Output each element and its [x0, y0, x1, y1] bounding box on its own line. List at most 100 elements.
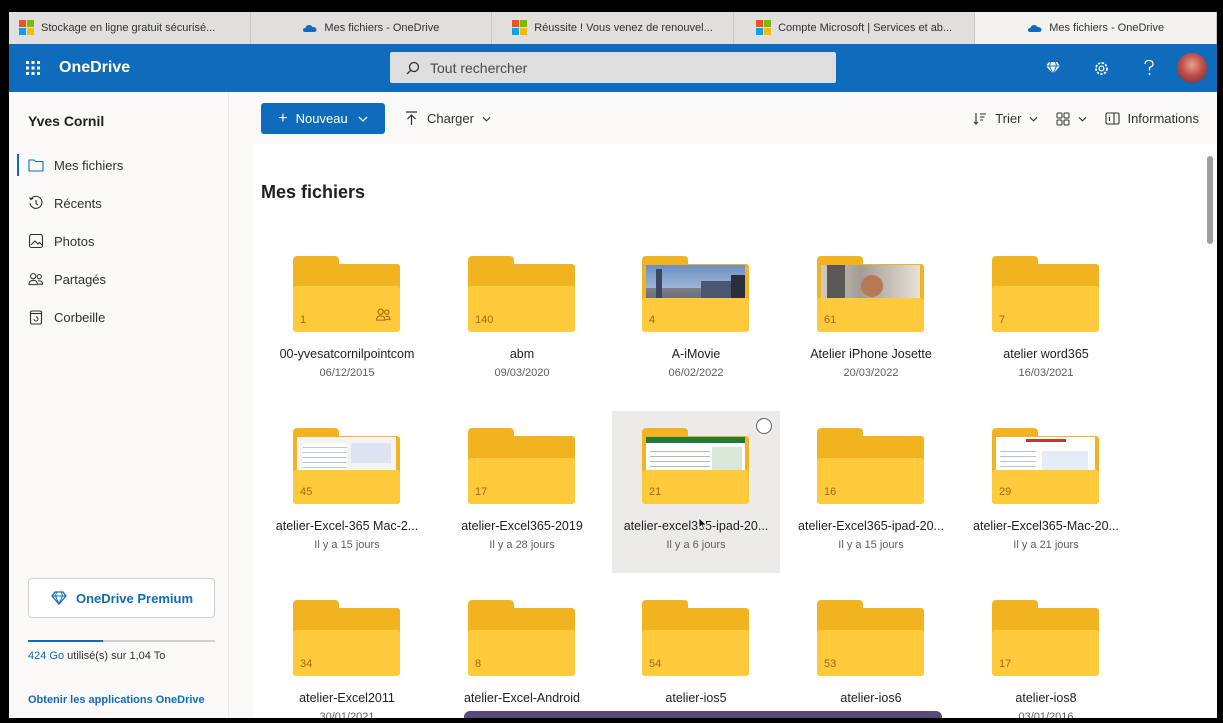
- folder-name[interactable]: atelier-ios6: [787, 691, 955, 705]
- sidebar-item-recycle-bin[interactable]: Corbeille: [9, 298, 228, 336]
- folder-item-count: 17: [475, 486, 488, 498]
- sidebar-item-shared[interactable]: Partagés: [9, 260, 228, 298]
- folder-name[interactable]: 00-yvesatcornilpointcom: [263, 347, 431, 361]
- new-button[interactable]: + Nouveau: [261, 103, 385, 134]
- info-button[interactable]: Informations: [1105, 111, 1199, 126]
- folder-tile[interactable]: 21 atelier-excel365-ipad-20... Il y a 6 jo…: [612, 411, 780, 573]
- browser-tab[interactable]: Compte Microsoft | Services et ab...: [734, 12, 976, 44]
- folder-name[interactable]: atelier-Excel-Android: [438, 691, 606, 705]
- folder-date: Il y a 28 jours: [489, 539, 555, 551]
- app-brand[interactable]: OneDrive: [59, 59, 130, 77]
- sidebar-item-recent[interactable]: Récents: [9, 184, 228, 222]
- file-grid-area: Mes fichiers 1 00-yvesatcornilpointcom 06/…: [253, 144, 1204, 718]
- folder-item-count: 45: [300, 486, 313, 498]
- folder-item-count: 8: [475, 658, 482, 670]
- folder-tile[interactable]: 29 atelier-Excel365-Mac-20... Il y a 21 jo…: [962, 411, 1130, 573]
- folder-tile[interactable]: 45 atelier-Excel-365 Mac-2... Il y a 15 jo…: [263, 411, 431, 573]
- tab-label: Stockage en ligne gratuit sécurisé...: [41, 22, 216, 34]
- folder-tile[interactable]: 140 abm 09/03/2020: [438, 239, 606, 401]
- chevron-down-icon: [1029, 116, 1038, 122]
- folder-grid: 1 00-yvesatcornilpointcom 06/12/2015 140 abm…: [253, 144, 1204, 718]
- folder-tile[interactable]: 4 A-iMovie 06/02/2022: [612, 239, 780, 401]
- diamond-icon: [51, 591, 67, 606]
- recycle-bin-icon: [28, 309, 44, 325]
- tab-label: Mes fichiers - OneDrive: [324, 22, 440, 34]
- waffle-icon: [26, 61, 40, 75]
- folder-icon: 34: [293, 600, 400, 676]
- folder-tile[interactable]: 7 atelier word365 16/03/2021: [962, 239, 1130, 401]
- upload-button[interactable]: Charger: [405, 103, 491, 134]
- shared-people-icon: [375, 307, 392, 327]
- sidebar: Yves Cornil Mes fichiers Récents Photos …: [9, 92, 229, 718]
- folder-tile[interactable]: 16 atelier-Excel365-ipad-20... Il y a 15 j…: [787, 411, 955, 573]
- folder-name[interactable]: Atelier iPhone Josette: [787, 347, 955, 361]
- history-icon: [28, 195, 44, 211]
- grid-view-icon: [1056, 112, 1070, 125]
- folder-icon: 16: [817, 428, 924, 504]
- folder-icon: 1: [293, 256, 400, 332]
- folder-name[interactable]: abm: [438, 347, 606, 361]
- upload-icon: [406, 111, 417, 125]
- folder-name[interactable]: atelier-Excel365-2019: [438, 519, 606, 533]
- app-launcher-button[interactable]: [9, 44, 57, 92]
- search-box[interactable]: Tout rechercher: [390, 52, 836, 83]
- folder-tile[interactable]: 1 00-yvesatcornilpointcom 06/12/2015: [263, 239, 431, 401]
- avatar[interactable]: [1177, 53, 1207, 83]
- select-checkbox[interactable]: [756, 418, 772, 434]
- folder-tile[interactable]: 8 atelier-Excel-Android: [438, 583, 606, 718]
- folder-name[interactable]: A-iMovie: [612, 347, 780, 361]
- search-icon: [406, 61, 420, 74]
- folder-name[interactable]: atelier-ios8: [962, 691, 1130, 705]
- premium-label: OneDrive Premium: [75, 590, 194, 606]
- folder-tile[interactable]: 61 Atelier iPhone Josette 20/03/2022: [787, 239, 955, 401]
- sidebar-item-label: Mes fichiers: [54, 157, 124, 173]
- browser-tabbar: Stockage en ligne gratuit sécurisé... Me…: [9, 12, 1217, 44]
- storage-used: 424 Go: [28, 650, 65, 662]
- sidebar-item-label: Photos: [54, 233, 95, 249]
- image-icon: [28, 233, 44, 249]
- browser-tab-active[interactable]: Mes fichiers - OneDrive: [975, 12, 1217, 44]
- browser-tab[interactable]: Stockage en ligne gratuit sécurisé...: [9, 12, 251, 44]
- sidebar-item-label: Récents: [54, 195, 102, 211]
- folder-name[interactable]: atelier-ios5: [612, 691, 780, 705]
- folder-name[interactable]: atelier-Excel-365 Mac-2...: [263, 519, 431, 533]
- gear-icon: [1094, 61, 1108, 75]
- chevron-down-icon: [358, 116, 368, 122]
- folder-name[interactable]: atelier word365: [962, 347, 1130, 361]
- folder-date: 06/12/2015: [319, 367, 375, 379]
- sidebar-item-my-files[interactable]: Mes fichiers: [9, 146, 228, 184]
- help-button[interactable]: [1125, 44, 1173, 92]
- storage-text[interactable]: 424 Go utilisé(s) sur 1,04 To: [28, 650, 165, 662]
- folder-name[interactable]: atelier-excel365-ipad-20...: [612, 519, 780, 533]
- sidebar-item-photos[interactable]: Photos: [9, 222, 228, 260]
- folder-name[interactable]: atelier-Excel2011: [263, 691, 431, 705]
- folder-icon: 4: [642, 256, 749, 332]
- settings-button[interactable]: [1077, 44, 1125, 92]
- premium-upgrade-button[interactable]: OneDrive Premium: [28, 578, 215, 618]
- folder-tile[interactable]: 17 atelier-ios8 03/01/2016: [962, 583, 1130, 718]
- folder-item-count: 17: [999, 658, 1012, 670]
- folder-tile[interactable]: 53 atelier-ios6: [787, 583, 955, 718]
- folder-name[interactable]: atelier-Excel365-Mac-20...: [962, 519, 1130, 533]
- view-toggle-button[interactable]: [1056, 112, 1087, 126]
- premium-button[interactable]: [1029, 44, 1077, 92]
- folder-tile[interactable]: 54 atelier-ios5: [612, 583, 780, 718]
- command-bar-right: Trier Informations: [955, 103, 1199, 134]
- folder-item-count: 34: [300, 658, 313, 670]
- sort-button[interactable]: Trier: [973, 111, 1038, 126]
- folder-date: 03/01/2016: [1018, 711, 1074, 718]
- browser-tab[interactable]: Réussite ! Vous venez de renouvel...: [492, 12, 734, 44]
- scrollbar-thumb[interactable]: [1207, 156, 1213, 244]
- folder-tile[interactable]: 17 atelier-Excel365-2019 Il y a 28 jours: [438, 411, 606, 573]
- get-apps-link[interactable]: Obtenir les applications OneDrive: [28, 694, 205, 706]
- browser-tab[interactable]: Mes fichiers - OneDrive: [251, 12, 493, 44]
- folder-icon: [28, 157, 44, 173]
- scrollbar[interactable]: [1204, 144, 1217, 718]
- folder-name[interactable]: atelier-Excel365-ipad-20...: [787, 519, 955, 533]
- folder-icon: 21: [642, 428, 749, 504]
- folder-date: 16/03/2021: [1018, 367, 1074, 379]
- folder-tile[interactable]: 34 atelier-Excel2011 30/01/2021: [263, 583, 431, 718]
- folder-icon: 140: [468, 256, 575, 332]
- folder-icon: 61: [817, 256, 924, 332]
- chevron-down-icon: [1078, 116, 1087, 122]
